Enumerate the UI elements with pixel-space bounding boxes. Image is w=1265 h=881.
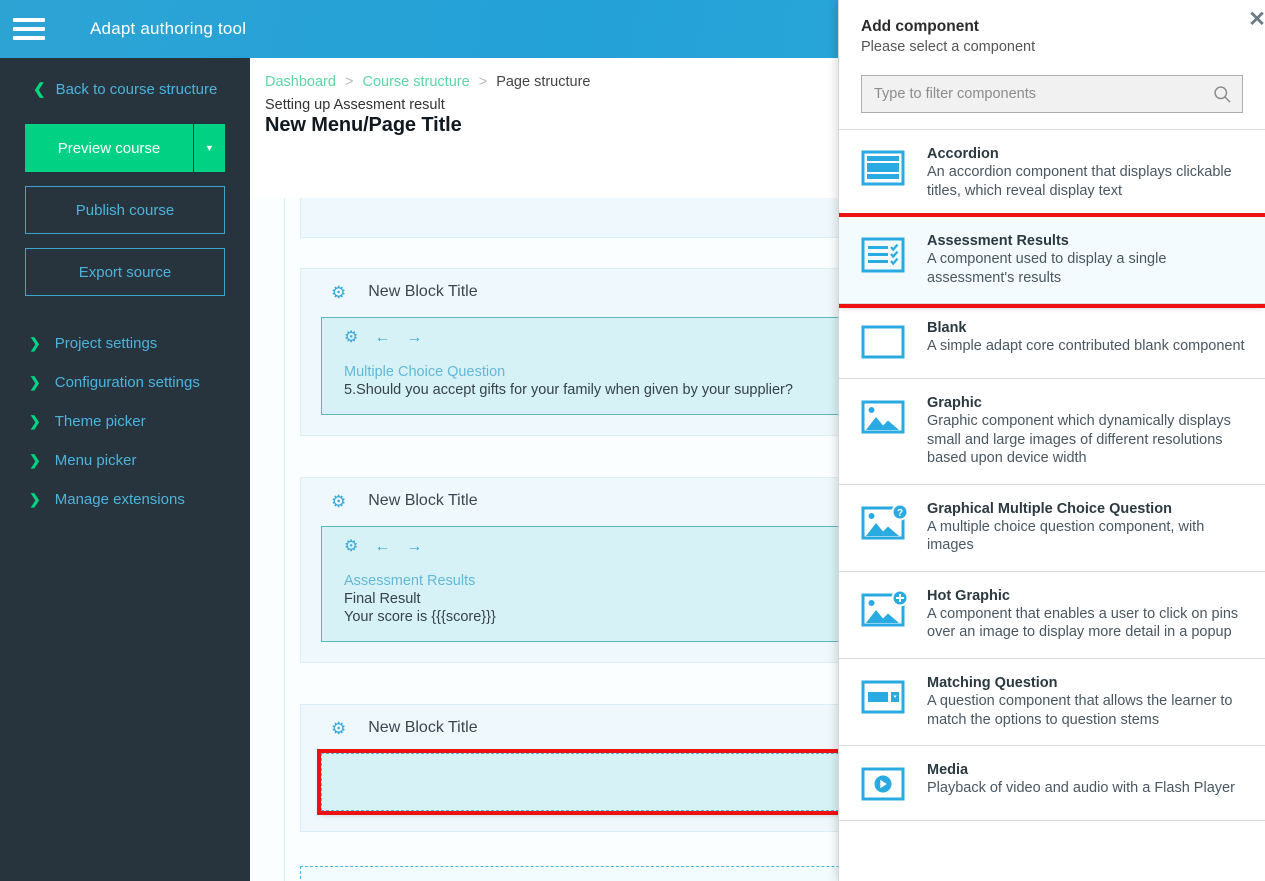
arrow-right-icon[interactable]: → [406,539,422,555]
breadcrumb-course-structure[interactable]: Course structure [362,74,469,90]
chevron-right-icon: ❯ [29,335,41,351]
chevron-right-icon: ❯ [29,413,41,429]
component-list-item-hot-graphic[interactable]: Hot Graphic A component that enables a u… [839,571,1265,660]
filter-section [839,55,1265,129]
sidebar-item-manage-extensions[interactable]: ❯ Manage extensions [25,480,225,519]
component-description: A component used to display a single ass… [927,251,1167,286]
component-description: An accordion component that displays cli… [927,164,1232,199]
sidebar-item-label: Project settings [54,335,158,352]
sidebar-item-project-settings[interactable]: ❯ Project settings [25,324,225,363]
gear-icon[interactable]: ⚙ [344,330,358,346]
sidebar-nav: ❯ Project settings ❯ Configuration setti… [25,324,225,519]
component-list-item-text: Graphic Graphic component which dynamica… [927,395,1245,468]
component-list-item-assessment-results[interactable]: Assessment Results A component used to d… [839,213,1265,309]
media-icon [855,764,911,804]
gear-icon[interactable]: ⚙ [331,284,346,301]
component-description: A question component that allows the lea… [927,693,1233,728]
component-description: A simple adapt core contributed blank co… [927,338,1245,355]
component-description: Playback of video and audio with a Flash… [927,780,1235,797]
search-input[interactable] [862,76,1242,112]
component-list-item-blank[interactable]: Blank A simple adapt core contributed bl… [839,304,1265,380]
component-name: Media [927,762,969,779]
component-list-item-graphical-multiple-choice-question[interactable]: ? Graphical Multiple Choice Question A m… [839,484,1265,572]
back-to-course-structure-link[interactable]: ❮ Back to course structure [33,80,225,99]
back-link-label: Back to course structure [55,80,218,98]
block-title: New Block Title [368,719,478,736]
hot-graphic-icon [855,589,911,630]
component-description: A component that enables a user to click… [927,605,1239,641]
component-list-item-accordion[interactable]: Accordion An accordion component that di… [839,130,1265,218]
component-list-item-text: Accordion An accordion component that di… [927,146,1245,200]
sidebar-item-theme-picker[interactable]: ❯ Theme picker [25,402,225,441]
graphic-icon [855,397,911,437]
gear-icon[interactable]: ⚙ [331,720,346,737]
component-list-item-text: Media Playback of video and audio with a… [927,762,1235,798]
app-title: Adapt authoring tool [90,19,247,38]
arrow-right-icon[interactable]: → [406,330,422,346]
export-source-button[interactable]: Export source [25,248,225,296]
panel-title: Add component [861,18,979,35]
filter-box[interactable] [861,75,1243,113]
block-title: New Block Title [368,283,478,300]
graphical-mcq-icon: ? [855,503,911,543]
close-icon[interactable]: ✕ [1245,8,1265,32]
block-title: New Block Title [368,492,478,509]
component-list-item-text: Hot Graphic A component that enables a u… [927,588,1245,642]
preview-dropdown-caret-icon[interactable]: ▼ [193,124,225,172]
hamburger-bar [13,27,45,31]
component-description: A multiple choice question component, wi… [927,518,1205,554]
sidebar-item-label: Manage extensions [54,491,185,508]
component-name: Accordion [927,146,999,162]
publish-course-button[interactable]: Publish course [25,186,225,234]
app-root: Adapt authoring tool Help ❮ Back to cour… [0,0,1265,881]
component-name: Graphical Multiple Choice Question [927,500,1172,517]
component-description: Graphic component which dynamically disp… [927,413,1231,467]
canvas-rail [284,198,285,881]
component-list-item-text: Matching Question A question component t… [927,675,1245,729]
matching-question-icon [855,677,911,717]
component-name: Graphic [927,395,982,412]
component-list-item-text: Assessment Results A component used to d… [927,233,1245,287]
chevron-right-icon: ❯ [29,374,41,390]
sidebar-item-label: Theme picker [54,413,146,430]
chevron-left-icon: ❮ [33,81,46,98]
component-list-item-graphic[interactable]: Graphic Graphic component which dynamica… [839,379,1265,485]
component-list-item-text: Blank A simple adapt core contributed bl… [927,320,1245,356]
blank-icon [855,322,911,362]
arrow-left-icon[interactable]: ← [374,539,390,555]
sidebar: ❮ Back to course structure Preview cours… [0,58,250,881]
preview-button-group: Preview course ▼ [25,124,225,172]
component-list-item-matching-question[interactable]: Matching Question A question component t… [839,659,1265,747]
panel-subtitle: Please select a component [861,39,1036,55]
component-list-item-media[interactable]: Media Playback of video and audio with a… [839,746,1265,822]
component-name: Matching Question [927,675,1058,692]
chevron-right-icon: ❯ [29,452,41,468]
arrow-left-icon[interactable]: ← [374,330,390,346]
assessment-results-icon [855,235,911,275]
component-list-item-text: Graphical Multiple Choice Question A mul… [927,501,1245,555]
hamburger-icon[interactable] [0,0,58,58]
svg-text:?: ? [897,508,903,519]
component-name: Hot Graphic [927,587,1010,604]
breadcrumb-separator: > [478,74,488,90]
gear-icon[interactable]: ⚙ [331,493,346,510]
hamburger-bar [13,36,45,40]
sidebar-item-menu-picker[interactable]: ❯ Menu picker [25,441,225,480]
sidebar-item-label: Menu picker [54,452,137,469]
component-list: Accordion An accordion component that di… [839,129,1265,881]
chevron-right-icon: ❯ [29,491,41,507]
hamburger-bar [13,18,45,22]
breadcrumb-separator: > [344,74,354,90]
gear-icon[interactable]: ⚙ [344,539,358,555]
sidebar-item-label: Configuration settings [54,374,200,391]
add-component-panel: Add component Please select a component … [838,0,1265,881]
component-name: Assessment Results [927,233,1069,250]
panel-header: Add component Please select a component … [839,0,1265,55]
breadcrumb-page-structure: Page structure [496,74,591,90]
accordion-icon [855,148,911,188]
sidebar-item-configuration-settings[interactable]: ❯ Configuration settings [25,363,225,402]
component-name: Blank [927,320,967,337]
preview-course-button[interactable]: Preview course [25,124,193,172]
breadcrumb-dashboard[interactable]: Dashboard [265,74,336,90]
